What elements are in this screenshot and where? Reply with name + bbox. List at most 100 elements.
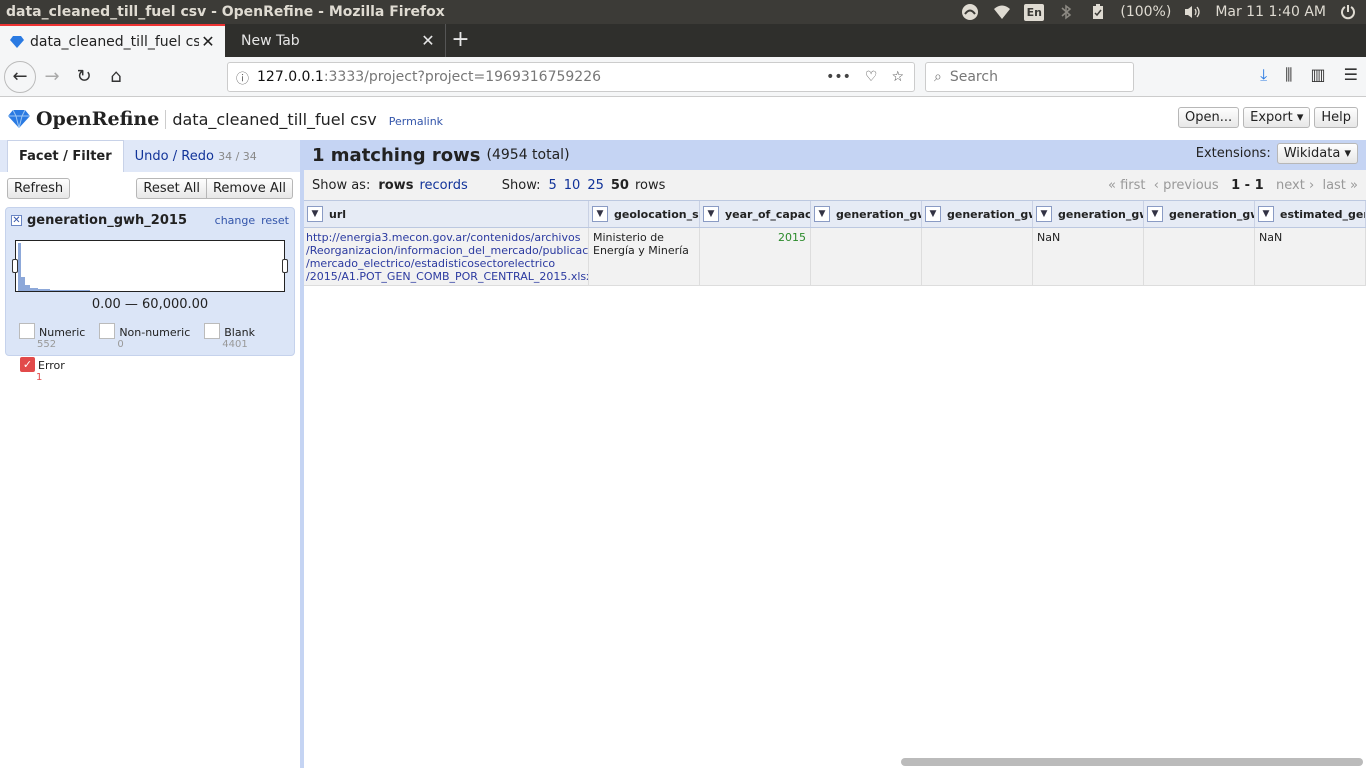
info-icon[interactable]: ⓘ	[228, 68, 249, 87]
new-tab-plus-icon[interactable]: +	[445, 24, 475, 57]
error-checkbox-checked-icon[interactable]: ✓	[20, 357, 35, 372]
tab-facet-filter[interactable]: Facet / Filter	[7, 140, 124, 172]
column-header-year[interactable]: ▼year_of_capacity	[700, 201, 811, 227]
cell-estimated[interactable]: NaN	[1255, 228, 1366, 285]
volume-icon[interactable]	[1183, 3, 1203, 21]
column-menu-icon[interactable]: ▼	[1258, 206, 1274, 222]
table-header: ▼url ▼geolocation_sou ▼year_of_capacity …	[304, 200, 1366, 228]
sidebar-icon[interactable]: ▥	[1311, 65, 1326, 85]
remove-all-button[interactable]: Remove All	[206, 177, 293, 199]
help-button[interactable]: Help	[1314, 107, 1358, 128]
tab-undo-redo[interactable]: Undo / Redo 34 / 34	[124, 141, 268, 172]
library-icon[interactable]: ⫼	[1285, 65, 1292, 85]
pocket-icon[interactable]: ♡	[865, 69, 878, 85]
data-view-panel: 1 matching rows (4954 total) Extensions:…	[304, 140, 1366, 768]
page-size-25[interactable]: 25	[587, 178, 604, 193]
back-arrow-icon[interactable]: ←	[4, 60, 36, 93]
column-header-estimated[interactable]: ▼estimated_gene	[1255, 201, 1366, 227]
tab-new-tab[interactable]: New Tab ✕	[225, 24, 445, 57]
data-table: ▼url ▼geolocation_sou ▼year_of_capacity …	[304, 200, 1366, 286]
column-menu-icon[interactable]: ▼	[307, 206, 323, 222]
facet-reset-link[interactable]: reset	[261, 214, 289, 227]
forward-arrow-icon[interactable]: →	[36, 61, 68, 93]
column-header-generation[interactable]: ▼generation_gwh	[1033, 201, 1144, 227]
blank-checkbox[interactable]	[204, 323, 221, 339]
show-label: Show:	[501, 177, 541, 193]
reset-all-button[interactable]: Reset All	[136, 177, 207, 199]
project-name[interactable]: data_cleaned_till_fuel csv	[165, 109, 377, 129]
pager-next[interactable]: next ›	[1276, 178, 1314, 193]
menu-hamburger-icon[interactable]: ☰	[1344, 65, 1358, 85]
column-menu-icon[interactable]: ▼	[925, 206, 941, 222]
tab-openrefine[interactable]: data_cleaned_till_fuel csv ✕	[0, 24, 225, 57]
battery-icon[interactable]	[1088, 3, 1108, 21]
open-button[interactable]: Open...	[1178, 107, 1240, 128]
keyboard-lang-indicator[interactable]: En	[1024, 3, 1045, 21]
remove-facet-icon[interactable]: ✕	[11, 214, 22, 226]
numeric-checkbox[interactable]	[19, 323, 35, 339]
column-header-geolocation[interactable]: ▼geolocation_sou	[589, 201, 700, 227]
cell-generation[interactable]	[811, 228, 922, 285]
page-actions-icon[interactable]: •••	[826, 69, 851, 85]
home-icon[interactable]: ⌂	[100, 61, 132, 93]
bluetooth-icon[interactable]	[1056, 3, 1076, 21]
cell-generation[interactable]: NaN	[1033, 228, 1144, 285]
range-max-handle[interactable]	[282, 259, 288, 273]
pager-previous[interactable]: ‹ previous	[1154, 178, 1219, 193]
window-title: data_cleaned_till_fuel csv - OpenRefine …	[6, 4, 445, 20]
cell-generation[interactable]	[1144, 228, 1255, 285]
histogram-bar	[50, 290, 90, 291]
cell-url[interactable]: http://energia3.mecon.gov.ar/contenidos/…	[304, 228, 589, 285]
browser-nav-bar: ← → ↻ ⌂ ⓘ 127.0.0.1:3333/project?project…	[0, 57, 1366, 97]
records-mode-link[interactable]: records	[419, 178, 467, 193]
numeric-choice[interactable]: Numeric 552	[19, 323, 85, 350]
facet-change-link[interactable]: change	[215, 214, 255, 227]
browser-tab-strip: data_cleaned_till_fuel csv ✕ New Tab ✕ +	[0, 24, 1366, 57]
error-choice[interactable]: ✓ Error 1	[20, 357, 65, 383]
page-size-5[interactable]: 5	[549, 178, 557, 193]
url-text[interactable]: 127.0.0.1:3333/project?project=196931675…	[249, 69, 826, 85]
column-header-generation[interactable]: ▼generation_gwh	[811, 201, 922, 227]
non-numeric-checkbox[interactable]	[99, 323, 116, 339]
download-icon[interactable]: ⤓	[1260, 65, 1267, 85]
close-tab-icon[interactable]: ✕	[199, 32, 217, 51]
bookmark-star-icon[interactable]: ☆	[891, 69, 904, 85]
reload-icon[interactable]: ↻	[68, 61, 100, 93]
pager-first[interactable]: « first	[1108, 178, 1146, 193]
left-panel-tabs: Facet / Filter Undo / Redo 34 / 34	[0, 140, 300, 172]
column-header-generation[interactable]: ▼generation_gwh	[1144, 201, 1255, 227]
wikidata-extension-button[interactable]: Wikidata ▾	[1276, 143, 1358, 164]
column-menu-icon[interactable]: ▼	[1147, 206, 1163, 222]
facet-toolbar: Refresh Reset All Remove All	[0, 172, 300, 204]
non-numeric-choice[interactable]: Non-numeric 0	[99, 323, 190, 350]
page-size-10[interactable]: 10	[564, 178, 581, 193]
refresh-button[interactable]: Refresh	[7, 177, 71, 199]
clock[interactable]: Mar 11 1:40 AM	[1215, 4, 1326, 20]
rows-mode[interactable]: rows	[378, 178, 413, 193]
column-menu-icon[interactable]: ▼	[592, 206, 608, 222]
system-tray: En (100%) Mar 11 1:40 AM	[960, 3, 1366, 21]
pager-last[interactable]: last »	[1322, 178, 1358, 193]
permalink-link[interactable]: Permalink	[389, 115, 443, 128]
facet-histogram[interactable]	[12, 240, 288, 292]
column-menu-icon[interactable]: ▼	[1036, 206, 1052, 222]
export-button[interactable]: Export ▾	[1243, 107, 1311, 128]
range-min-handle[interactable]	[12, 259, 18, 273]
cell-geolocation[interactable]: Ministerio de Energía y Minería	[589, 228, 700, 285]
wifi-icon[interactable]	[992, 3, 1012, 21]
openrefine-logo[interactable]: OpenRefine	[8, 108, 159, 130]
search-icon: ⌕	[934, 69, 942, 85]
blank-choice[interactable]: Blank 4401	[204, 323, 255, 350]
cell-year[interactable]: 2015	[700, 228, 811, 285]
power-icon[interactable]	[1338, 3, 1358, 21]
column-header-url[interactable]: ▼ url	[304, 201, 589, 227]
url-bar[interactable]: ⓘ 127.0.0.1:3333/project?project=1969316…	[227, 62, 915, 92]
column-header-generation[interactable]: ▼generation_gwh	[922, 201, 1033, 227]
column-menu-icon[interactable]: ▼	[814, 206, 830, 222]
search-input[interactable]: ⌕ Search	[925, 62, 1134, 92]
horizontal-scrollbar[interactable]	[901, 758, 1363, 766]
close-tab-icon[interactable]: ✕	[419, 31, 437, 50]
column-menu-icon[interactable]: ▼	[703, 206, 719, 222]
sync-icon[interactable]	[960, 3, 980, 21]
cell-generation[interactable]	[922, 228, 1033, 285]
